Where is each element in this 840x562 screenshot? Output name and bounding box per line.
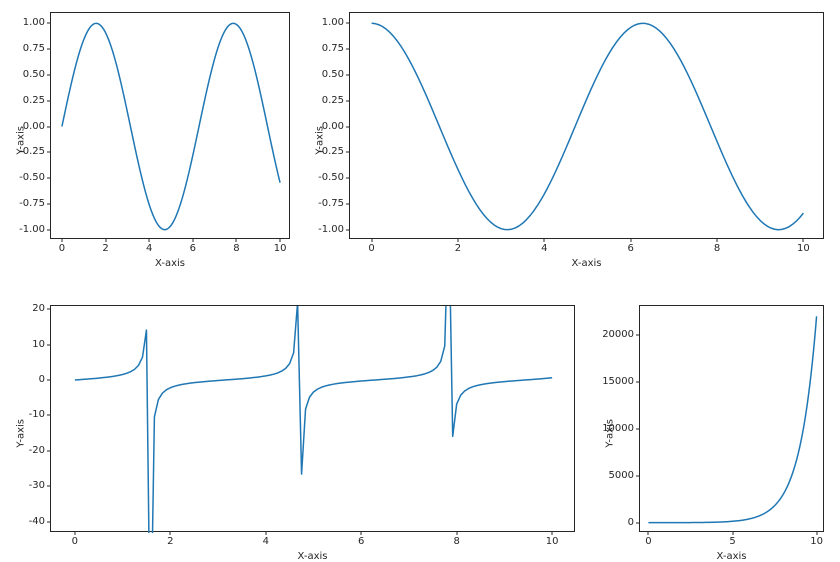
y-tick-label: 5000 [609,471,634,481]
x-tick-label: 0 [645,537,651,547]
x-tick-label: 8 [453,537,459,547]
y-tick-label: 0.25 [23,96,45,106]
y-tick-label: 10 [32,340,45,350]
y-tick-label: -1.00 [318,225,344,235]
line-plot [51,13,291,240]
x-tick-label: 4 [541,244,547,254]
axes-2: 0246810-40-30-20-1001020X-axisY-axis [50,305,575,532]
y-tick-label: 0.75 [23,44,45,54]
y-axis-label: Y-axis [16,126,27,155]
x-tick-label: 2 [102,244,108,254]
x-tick-label: 8 [233,244,239,254]
x-tick-label: 0 [368,244,374,254]
y-tick-label: -0.50 [19,173,45,183]
line-plot [350,13,825,240]
line-plot [51,306,576,533]
x-tick-label: 5 [729,537,735,547]
x-tick-label: 8 [714,244,720,254]
y-tick-label: 20000 [602,330,634,340]
series-line [75,209,552,562]
y-tick-label: -1.00 [19,225,45,235]
x-tick-label: 0 [72,537,78,547]
x-axis-label: X-axis [155,258,185,269]
x-axis-label: X-axis [717,551,747,562]
y-tick-label: 0.50 [322,70,344,80]
y-tick-label: -10 [29,410,45,420]
y-axis-label: Y-axis [16,419,27,448]
series-line [62,23,280,229]
y-tick-label: 15000 [602,377,634,387]
x-tick-label: 6 [358,537,364,547]
axes-3: 051005000100001500020000X-axisY-axis [639,305,824,532]
x-tick-label: 2 [167,537,173,547]
x-tick-label: 4 [263,537,269,547]
y-tick-label: 0.25 [322,96,344,106]
x-tick-label: 2 [455,244,461,254]
y-axis-label: Y-axis [605,419,616,448]
x-tick-label: 10 [797,244,810,254]
x-tick-label: 4 [146,244,152,254]
x-tick-label: 10 [810,537,823,547]
y-tick-label: 20 [32,304,45,314]
y-tick-label: 0 [628,518,634,528]
y-tick-label: -20 [29,446,45,456]
x-tick-label: 10 [274,244,287,254]
x-axis-label: X-axis [298,551,328,562]
x-tick-label: 0 [59,244,65,254]
axes-1: 0246810-1.00-0.75-0.50-0.250.000.250.500… [349,12,824,239]
y-tick-label: -40 [29,517,45,527]
figure: 0246810-1.00-0.75-0.50-0.250.000.250.500… [0,0,840,560]
y-tick-label: -0.75 [19,199,45,209]
axes-0: 0246810-1.00-0.75-0.50-0.250.000.250.500… [50,12,290,239]
y-tick-label: 1.00 [322,18,344,28]
series-line [372,23,804,229]
y-tick-label: 1.00 [23,18,45,28]
y-tick-label: -0.50 [318,173,344,183]
y-tick-label: -0.75 [318,199,344,209]
y-tick-label: 0.75 [322,44,344,54]
x-tick-label: 6 [190,244,196,254]
x-tick-label: 10 [546,537,559,547]
y-tick-label: 0.50 [23,70,45,80]
line-plot [640,306,825,533]
x-axis-label: X-axis [572,258,602,269]
series-line [648,316,816,522]
y-tick-label: 0 [39,375,45,385]
x-tick-label: 6 [627,244,633,254]
y-axis-label: Y-axis [315,126,326,155]
y-tick-label: -30 [29,481,45,491]
